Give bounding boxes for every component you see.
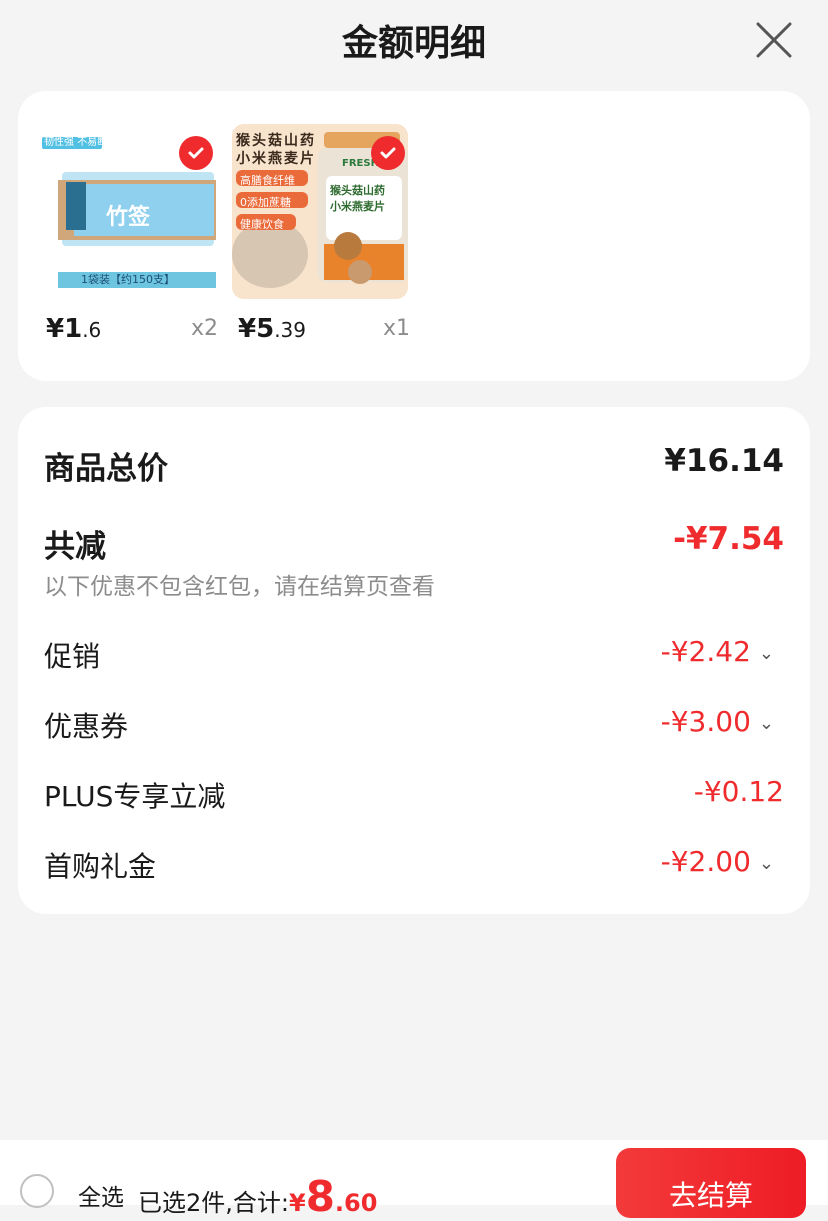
chevron-down-icon[interactable]: ⌄ <box>759 853 774 874</box>
selected-check-icon[interactable] <box>179 136 213 170</box>
discount-value: -¥2.42 ⌄ <box>660 635 774 668</box>
title-line1: 猴头菇山药 <box>236 133 316 149</box>
chevron-down-icon[interactable]: ⌄ <box>759 713 774 734</box>
close-icon[interactable] <box>754 20 794 60</box>
discount-label: PLUS专享立减 <box>44 780 226 813</box>
product-image-toothpicks: 竹签 韧性强 不易断 1袋装【约150支】 <box>40 124 216 299</box>
product-price: ¥1.6 <box>46 314 102 344</box>
select-all-label[interactable]: 全选 <box>78 1178 124 1212</box>
total-reduction-label: 共减 <box>44 529 106 565</box>
bottom-text: 1袋装【约150支】 <box>81 273 175 286</box>
total-price-value: ¥16.14 <box>664 443 784 479</box>
product-price: ¥5.39 <box>238 314 306 344</box>
discount-value: -¥3.00 ⌄ <box>660 705 774 738</box>
page-title: 金额明细 <box>341 23 486 64</box>
product-qty: x1 <box>382 316 410 341</box>
product-image-oatmeal: 猴头菇山药 小米燕麦片 高膳食纤维 0添加蔗糖 健康饮食 FRESH 猴头菇山药… <box>232 124 408 299</box>
selected-check-icon[interactable] <box>371 136 405 170</box>
checkout-bar: 全选 已选2件,合计:¥8.60 去结算 <box>0 1140 828 1221</box>
jar-line1: 猴头菇山药 <box>330 184 385 197</box>
product-card: 竹签 韧性强 不易断 1袋装【约150支】 ¥1.6 x2 猴头菇山药 小米燕麦… <box>18 91 810 381</box>
svg-text:竹签: 竹签 <box>105 204 151 230</box>
amount-summary-card: 商品总价 ¥16.14 共减 -¥7.54 以下优惠不包含红包，请在结算页查看 … <box>18 407 810 914</box>
badge-text: 韧性强 不易断 <box>44 137 108 148</box>
chevron-down-icon[interactable]: ⌄ <box>759 643 774 664</box>
modal-header: 金额明细 <box>0 0 828 80</box>
discount-label: 促销 <box>44 640 101 673</box>
checkout-button[interactable]: 去结算 <box>616 1148 806 1218</box>
discount-value: -¥2.00 ⌄ <box>660 845 774 878</box>
select-all-radio[interactable] <box>20 1174 54 1208</box>
discount-note: 以下优惠不包含红包，请在结算页查看 <box>44 574 435 600</box>
tag-2: 0添加蔗糖 <box>240 196 291 209</box>
product-qty: x2 <box>190 316 218 341</box>
jar-line2: 小米燕麦片 <box>330 200 385 213</box>
title-line2: 小米燕麦片 <box>236 151 316 167</box>
tag-1: 高膳食纤维 <box>240 174 295 187</box>
tag-3: 健康饮食 <box>240 218 284 231</box>
total-reduction-value: -¥7.54 <box>673 521 784 557</box>
discount-value: -¥0.12 <box>693 775 784 808</box>
discount-label: 首购礼金 <box>44 850 157 883</box>
selected-summary: 已选2件,合计:¥8.60 <box>138 1172 378 1221</box>
total-price-label: 商品总价 <box>44 451 168 487</box>
discount-label: 优惠券 <box>44 710 129 743</box>
